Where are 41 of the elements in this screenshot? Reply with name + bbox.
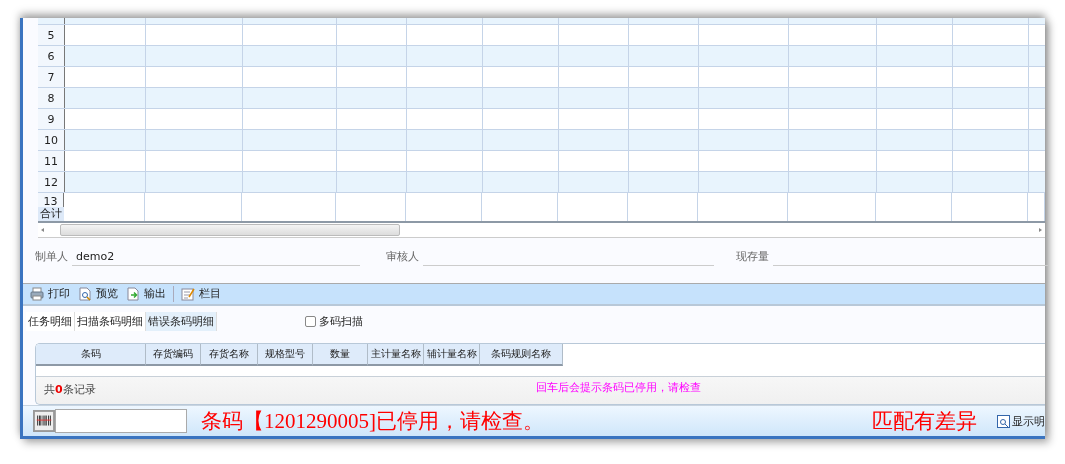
checkbox-label: 多码扫描	[319, 314, 363, 330]
column-header[interactable]: 条码规则名称	[480, 344, 563, 367]
toolbar-button[interactable]: 输出	[123, 286, 169, 302]
barcode-icon[interactable]	[33, 410, 55, 433]
column-header[interactable]: 数量	[313, 344, 368, 367]
toolbar-button[interactable]: 打印	[27, 286, 73, 302]
column-header[interactable]: 存货名称	[201, 344, 258, 367]
hint-text: 回车后会提示条码已停用，请检查	[536, 380, 701, 396]
column-header[interactable]: 规格型号	[258, 344, 313, 367]
row-number: 5	[38, 25, 65, 45]
checklist-icon	[181, 286, 195, 301]
input-field[interactable]: demo2	[72, 249, 360, 266]
record-count: 共0条记录	[44, 382, 96, 398]
column-header[interactable]: 主计量名称	[368, 344, 424, 367]
row-number: 9	[38, 109, 65, 129]
document-magnifier-icon	[78, 286, 92, 301]
show-button[interactable]: 显示明	[997, 413, 1045, 429]
tab[interactable]: 扫描条码明细	[75, 312, 146, 332]
checkbox[interactable]	[305, 316, 316, 328]
barcode-input[interactable]	[55, 409, 187, 434]
tab[interactable]: 错误条码明细	[146, 312, 217, 332]
row-number: 6	[38, 46, 65, 66]
field-label: 现存量	[736, 248, 769, 265]
error-message: 条码【1201290005]已停用，请检查。	[201, 408, 544, 436]
result-message: 匹配有差异	[872, 408, 977, 436]
column-header[interactable]: 辅计量名称	[424, 344, 480, 367]
search-icon	[997, 414, 1010, 428]
row-number: 12	[38, 172, 65, 192]
row-number: 7	[38, 67, 65, 87]
tab[interactable]: 任务明细	[26, 312, 75, 332]
field-label: 制单人	[35, 248, 68, 265]
column-header[interactable]: 条码	[36, 344, 146, 367]
document-arrow-icon	[126, 286, 140, 301]
field-label: 审核人	[386, 248, 419, 265]
row-number: 10	[38, 130, 65, 150]
row-number: 11	[38, 151, 65, 171]
row-number: 8	[38, 88, 65, 108]
printer-icon	[30, 286, 44, 301]
column-header[interactable]: 存货编码	[146, 344, 201, 367]
toolbar-button[interactable]: 栏目	[178, 286, 224, 302]
toolbar-button[interactable]: 预览	[75, 286, 121, 302]
